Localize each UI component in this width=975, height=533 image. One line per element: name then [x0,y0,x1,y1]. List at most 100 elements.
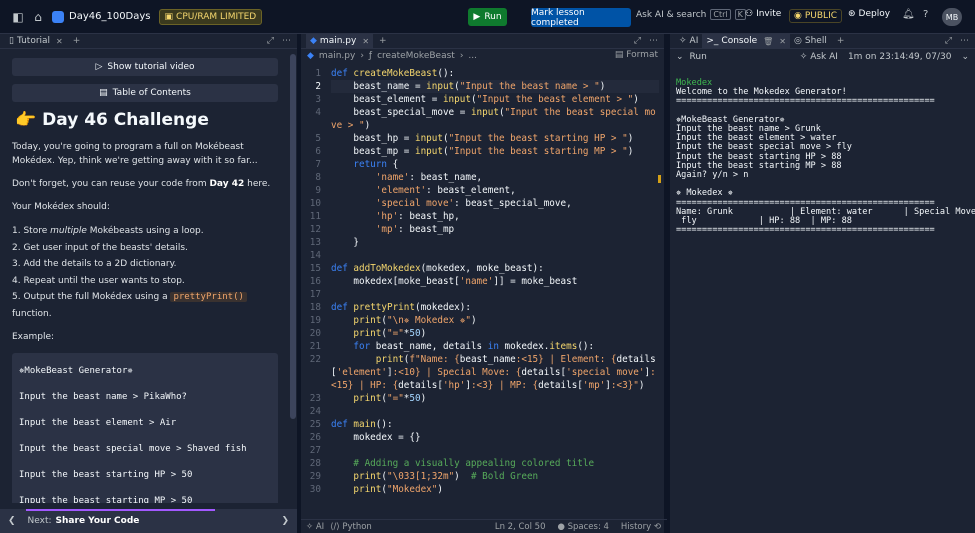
code-line[interactable]: 29 print("\033[1;32m") # Bold Green [301,470,659,483]
code-line[interactable]: 14 [301,249,659,262]
trash-icon[interactable]: 🗑︎ [763,37,773,46]
public-badge[interactable]: ◉ PUBLIC [789,9,843,23]
code-line[interactable]: 19 print("\n✵ Mokedex ✵") [301,314,659,327]
cursor-position[interactable]: Ln 2, Col 50 [495,522,546,532]
ask-ai-button[interactable]: ✧ Ask AI [800,52,838,62]
chevron-right-icon: › [459,51,464,61]
invite-button[interactable]: ⚇ Invite [745,9,781,19]
language-indicator[interactable]: ⟨/⟩ Python [330,522,372,532]
line-number: 24 [309,406,321,417]
deploy-button[interactable]: ⊛ Deploy [848,9,890,19]
console-output[interactable]: Mokedex Welcome to the Mokedex Generator… [676,78,975,235]
line-number: 27 [309,445,321,456]
bell-icon[interactable]: 🔔︎ [902,9,915,20]
item-text: 5. Output the full Mokédex using a [12,292,171,302]
ai-icon[interactable]: ✧ AI [306,522,324,532]
console-run-label[interactable]: Run [690,52,707,62]
tab-tutorial[interactable]: ▯ Tutorial ✕ [5,34,67,49]
sidebar-toggle-icon[interactable]: ◧ [8,10,28,24]
indent-setting[interactable]: ● Spaces: 4 [557,522,608,532]
code-line[interactable]: 5 beast_hp = input("Input the beast star… [301,132,659,145]
code-text: 'name': beast_name, [375,172,483,183]
close-icon[interactable]: ✕ [56,37,63,46]
code-line[interactable]: 28 # Adding a visually appealing colored… [301,457,659,470]
code-line[interactable]: 12 'mp': beast_mp [301,223,659,236]
more-icon[interactable]: ⋯ [960,36,969,46]
format-button[interactable]: ▤ Format [615,50,658,60]
tab-console[interactable]: >_ Console 🗑︎ ✕ [702,33,790,49]
code-line[interactable]: 11 'hp': beast_hp, [301,210,659,223]
code-line[interactable]: 21 for beast_name, details in mokedex.it… [301,340,659,353]
mark-lesson-completed-button[interactable]: Mark lesson completed [531,8,631,28]
tab-main-py[interactable]: ◆ main.py ✕ [306,33,374,49]
home-icon[interactable]: ⌂ [28,10,48,24]
history-button[interactable]: History ⟲ [621,522,661,532]
line-number: 21 [309,341,321,352]
add-tab-icon[interactable]: + [837,36,845,46]
breadcrumb-file[interactable]: main.py [319,51,355,61]
chevron-down-icon[interactable]: ⌄ [961,52,969,62]
code-line[interactable]: 18 def prettyPrint(mokedex): [301,301,659,314]
ask-ai-label: Ask AI [810,52,838,62]
tab-shell[interactable]: ◎ Shell [790,34,831,49]
code-text: print(f"Name: {beast_name:<15} | Element… [331,354,656,391]
code-text: beast_mp = input("Input the beast starti… [331,146,634,157]
code-line[interactable]: 27 [301,444,659,457]
code-line[interactable]: 24 [301,405,659,418]
more-icon[interactable]: ⋯ [282,36,291,46]
code-line[interactable]: 8 'name': beast_name, [301,171,659,184]
code-line[interactable]: 22 print(f"Name: {beast_name:<15} | Elem… [301,353,659,392]
more-icon[interactable]: ⋯ [649,36,658,46]
repl-title[interactable]: Day46_100Days [52,10,151,23]
code-line[interactable]: 16 mokedex[moke_beast['name']] = moke_be… [301,275,659,288]
reuse-bold: Day 42 [209,179,245,189]
close-icon[interactable]: ✕ [779,37,786,46]
expand-icon[interactable]: ⤢ [634,36,641,46]
example-line: Input the beast name > PikaWho? [19,392,187,402]
code-editor[interactable]: 1 def createMokeBeast(): 2 beast_name = in… [301,67,659,533]
ask-ai-search[interactable]: Ask AI & search Ctrl K [636,9,746,20]
chevron-right-icon[interactable]: ❯ [281,516,289,526]
code-line[interactable]: 7 return { [301,158,659,171]
code-line[interactable]: 6 beast_mp = input("Input the beast star… [301,145,659,158]
tab-ai-label: AI [689,36,699,46]
item-text: function. [12,308,52,319]
code-line[interactable]: 3 beast_element = input("Input the beast… [301,93,659,106]
table-of-contents-button[interactable]: ▤ Table of Contents [12,84,278,102]
chevron-down-icon[interactable]: ⌄ [676,52,684,62]
code-line[interactable]: 25 def main(): [301,418,659,431]
code-text: print("\033[1;32m") # Bold Green [353,471,539,482]
code-line[interactable]: 26 mokedex = {} [301,431,659,444]
show-tutorial-video-button[interactable]: ▷ Show tutorial video [12,58,278,76]
breadcrumb-more[interactable]: ... [468,51,477,61]
chevron-left-icon[interactable]: ❮ [8,516,16,526]
resource-limit-badge[interactable]: ▣ CPU/RAM LIMITED [158,8,263,25]
code-text: print("\n✵ Mokedex ✵") [353,315,477,326]
expand-icon[interactable]: ⤢ [945,36,952,46]
code-line[interactable]: 23 print("="*50) [301,392,659,405]
tutorial-content[interactable]: ▷ Show tutorial video ▤ Table of Content… [0,50,290,503]
code-line[interactable]: 13 } [301,236,659,249]
add-tab-icon[interactable]: + [379,36,387,46]
help-icon[interactable]: ? [923,9,928,20]
code-line[interactable]: 9 'element': beast_element, [301,184,659,197]
code-line[interactable]: 30 print("Mokedex") [301,483,659,496]
code-line[interactable]: 2 beast_name = input("Input the beast na… [301,80,659,93]
code-line[interactable]: 10 'special move': beast_special_move, [301,197,659,210]
add-tab-icon[interactable]: + [73,36,81,46]
avatar[interactable]: MB [942,8,962,26]
inline-code: prettyPrint() [170,292,247,302]
breadcrumb-function[interactable]: createMokeBeast [377,51,455,61]
tab-ai[interactable]: ✧ AI [675,34,702,49]
expand-icon[interactable]: ⤢ [267,36,274,46]
run-button[interactable]: ▶ Run [468,8,507,26]
code-line[interactable]: 20 print("="*50) [301,327,659,340]
code-line[interactable]: 4 beast_special_move = input("Input the … [301,106,659,132]
code-line[interactable]: 15 def addToMokedex(mokedex, moke_beast): [301,262,659,275]
tutorial-scrollbar[interactable] [290,54,296,419]
close-icon[interactable]: ✕ [362,37,369,46]
code-line[interactable]: 1 def createMokeBeast(): [301,67,659,80]
code-line[interactable]: 17 [301,288,659,301]
next-lesson-bar[interactable]: ❮ Next: Share Your Code ❯ [0,509,297,533]
